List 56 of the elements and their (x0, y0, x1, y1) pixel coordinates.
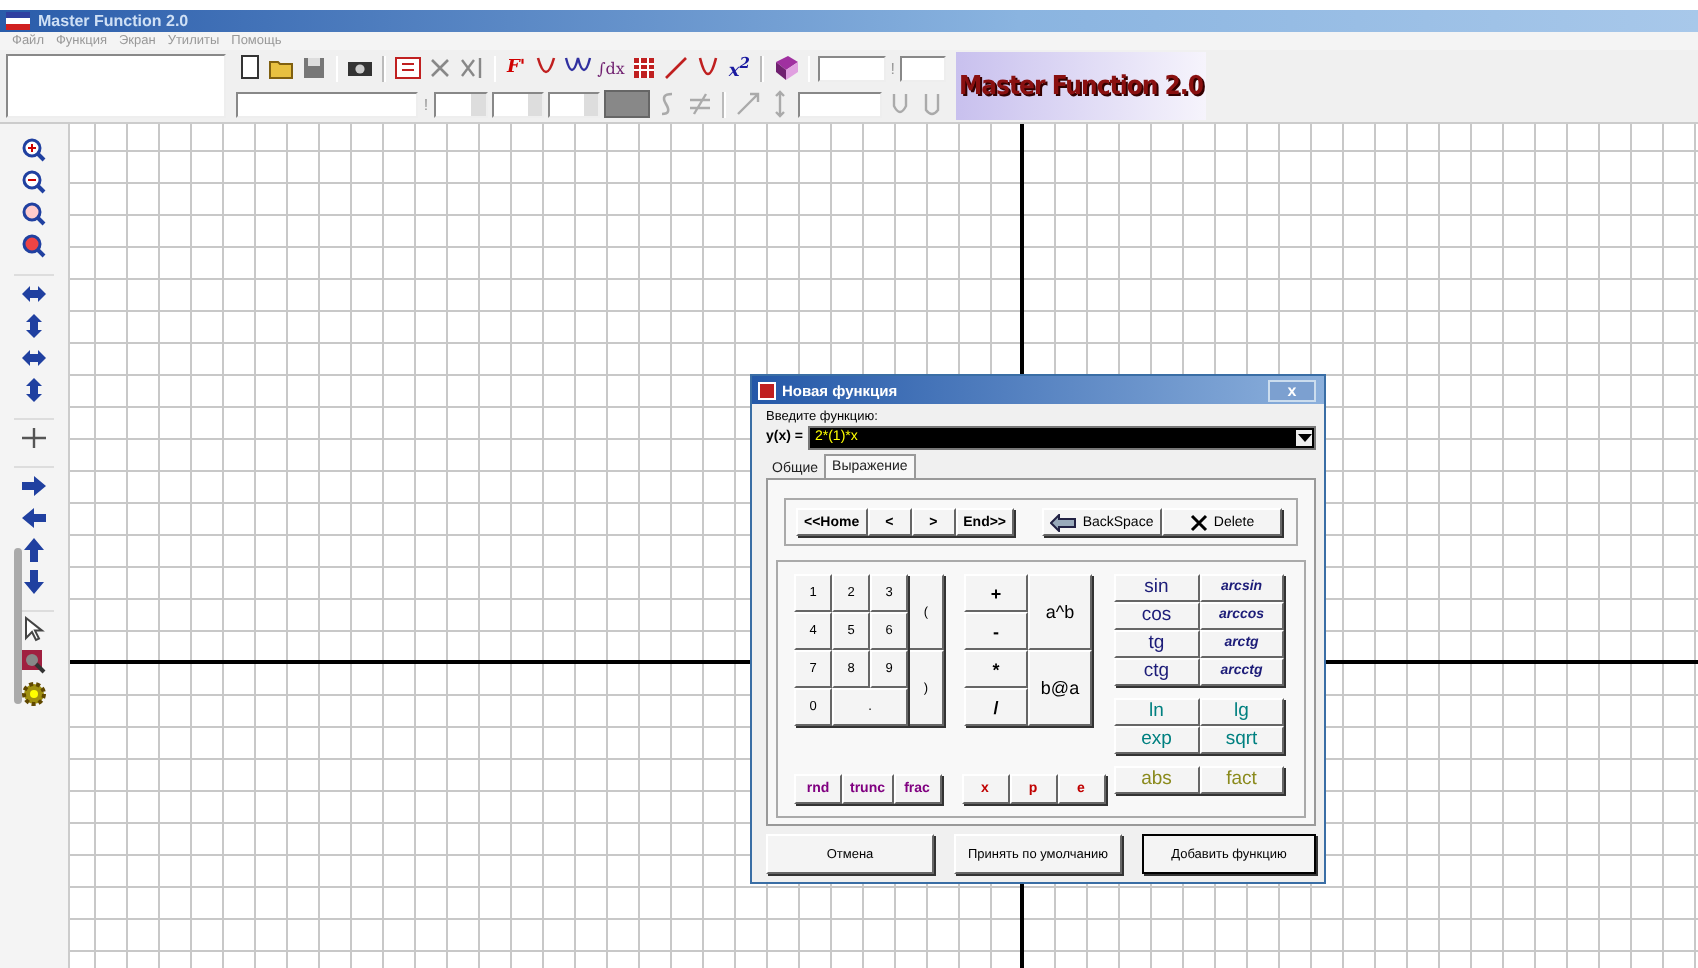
function-key[interactable]: cos (1114, 602, 1199, 630)
zoom-out-icon[interactable] (20, 232, 48, 260)
line-icon[interactable] (662, 54, 691, 82)
arrows-icon[interactable] (20, 344, 48, 372)
move-icon[interactable] (20, 424, 48, 452)
function-key[interactable]: lg (1199, 698, 1284, 726)
zoom-icon[interactable] (20, 648, 48, 676)
function-key[interactable]: tg (1114, 630, 1199, 658)
cross-icon[interactable] (425, 54, 454, 82)
operator-key[interactable]: + (964, 574, 1028, 612)
integral-button[interactable]: ∫dx (595, 55, 627, 81)
cross-bar-icon[interactable] (457, 54, 486, 82)
cursor-icon[interactable] (20, 616, 48, 644)
book-icon[interactable] (771, 54, 799, 82)
operator-key[interactable]: b@a (1028, 650, 1092, 726)
color-swatch[interactable] (603, 90, 650, 118)
left-arrow-icon[interactable] (20, 504, 48, 532)
function-key[interactable]: ctg (1114, 658, 1199, 686)
function-key[interactable]: sin (1114, 574, 1199, 602)
operator-key[interactable]: - (964, 612, 1028, 650)
input-field[interactable] (817, 55, 886, 81)
right-arrow-icon[interactable] (20, 472, 48, 500)
arrows-icon[interactable] (20, 280, 48, 308)
spin-field[interactable] (547, 91, 600, 117)
window-title: Master Function 2.0 (38, 12, 189, 30)
power-button[interactable]: x$^{2}$ (726, 50, 753, 86)
grid-box-icon[interactable] (393, 54, 422, 82)
separator-mark: ! (421, 95, 431, 113)
operator-key[interactable]: * (964, 650, 1028, 688)
separator-mark: ! (889, 59, 896, 77)
table-icon[interactable] (630, 54, 659, 82)
function-key[interactable]: ln (1114, 698, 1199, 726)
logo-banner: Master Function 2.0 (956, 52, 1206, 120)
function-key[interactable]: sqrt (1199, 726, 1284, 754)
input-field[interactable] (236, 91, 418, 117)
gear-icon[interactable] (20, 680, 48, 708)
left-arrow-icon (1050, 513, 1077, 531)
operator-key[interactable]: / (964, 688, 1028, 726)
input-field[interactable] (797, 91, 883, 117)
function-key[interactable]: exp (1114, 726, 1199, 754)
app-icon (758, 381, 776, 399)
input-field[interactable] (899, 55, 946, 81)
spin-field[interactable] (491, 91, 544, 117)
zoom-out-icon[interactable] (20, 168, 48, 196)
down-arrow-icon[interactable] (20, 568, 48, 596)
operator-key[interactable]: a^b (1028, 574, 1092, 650)
derivative-button[interactable]: F' (504, 55, 528, 81)
zoom-in-icon[interactable] (20, 136, 48, 164)
panel-handle[interactable] (14, 548, 22, 704)
new-document-icon[interactable] (236, 54, 264, 82)
up-arrow-icon[interactable] (20, 536, 48, 564)
spin-field[interactable] (434, 91, 488, 117)
close-icon (1189, 513, 1208, 531)
zoom-icon[interactable] (20, 200, 48, 228)
input-field[interactable] (6, 54, 226, 118)
dropdown-arrow-icon (1297, 433, 1311, 441)
